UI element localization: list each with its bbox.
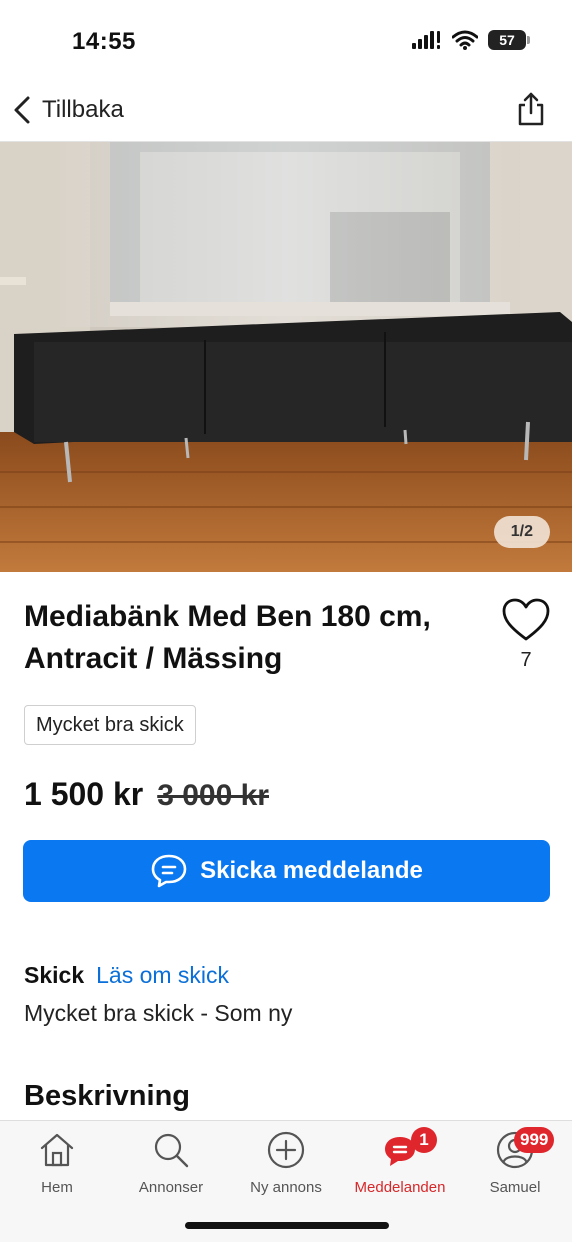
- tab-label-home: Hem: [41, 1179, 73, 1196]
- tab-messages[interactable]: 1 Meddelanden: [343, 1127, 457, 1196]
- condition-row: Skick Läs om skick: [24, 962, 229, 989]
- nav-header: Tillbaka: [0, 80, 572, 142]
- favorite-button[interactable]: 7: [500, 598, 552, 672]
- signal-icon: [412, 31, 440, 49]
- messages-badge: 1: [411, 1127, 437, 1153]
- heart-icon: [502, 598, 550, 641]
- profile-badge: 999: [514, 1127, 555, 1153]
- plus-circle-icon: [267, 1131, 305, 1169]
- status-bar: 14:55 57: [0, 0, 572, 80]
- back-label: Tillbaka: [42, 96, 124, 123]
- tab-home[interactable]: Hem: [0, 1129, 114, 1196]
- tab-label-messages: Meddelanden: [354, 1179, 446, 1196]
- status-icons: 57: [412, 30, 530, 50]
- status-time: 14:55: [72, 28, 136, 55]
- tab-label-new-listing: Ny annons: [250, 1179, 322, 1196]
- tab-profile[interactable]: 999 Samuel: [458, 1127, 572, 1196]
- price-row: 1 500 kr 3 000 kr: [24, 776, 269, 813]
- tab-label-annonser: Annonser: [138, 1179, 204, 1196]
- back-button[interactable]: Tillbaka: [12, 92, 124, 128]
- battery-level: 57: [499, 32, 515, 48]
- tab-annonser[interactable]: Annonser: [114, 1129, 228, 1196]
- condition-description: Mycket bra skick - Som ny: [24, 1000, 293, 1026]
- chat-bubble-icon: [151, 854, 187, 888]
- listing-photo[interactable]: 1/2: [0, 142, 572, 572]
- tab-new-listing[interactable]: Ny annons: [229, 1129, 343, 1196]
- home-indicator: [185, 1222, 389, 1229]
- battery-icon: 57: [488, 30, 530, 50]
- wifi-icon: [452, 30, 478, 50]
- condition-info-link[interactable]: Läs om skick: [96, 962, 229, 989]
- photo-counter: 1/2: [493, 516, 550, 548]
- description-heading: Beskrivning: [24, 1080, 190, 1112]
- home-icon: [40, 1133, 74, 1167]
- condition-label: Skick: [24, 962, 85, 988]
- price: 1 500 kr: [24, 776, 144, 812]
- favorite-count: 7: [520, 649, 532, 671]
- listing-title: Mediabänk Med Ben 180 cm, Antracit / Mäs…: [24, 600, 431, 675]
- photo-image: [0, 142, 572, 572]
- tab-label-profile: Samuel: [489, 1179, 541, 1196]
- send-message-button[interactable]: Skicka meddelande: [23, 840, 550, 902]
- share-icon[interactable]: [516, 92, 546, 126]
- original-price: 3 000 kr: [157, 779, 269, 812]
- search-icon: [154, 1133, 189, 1168]
- send-message-label: Skicka meddelande: [200, 857, 423, 884]
- condition-badge: Mycket bra skick: [24, 705, 196, 745]
- chevron-left-icon: [14, 96, 30, 124]
